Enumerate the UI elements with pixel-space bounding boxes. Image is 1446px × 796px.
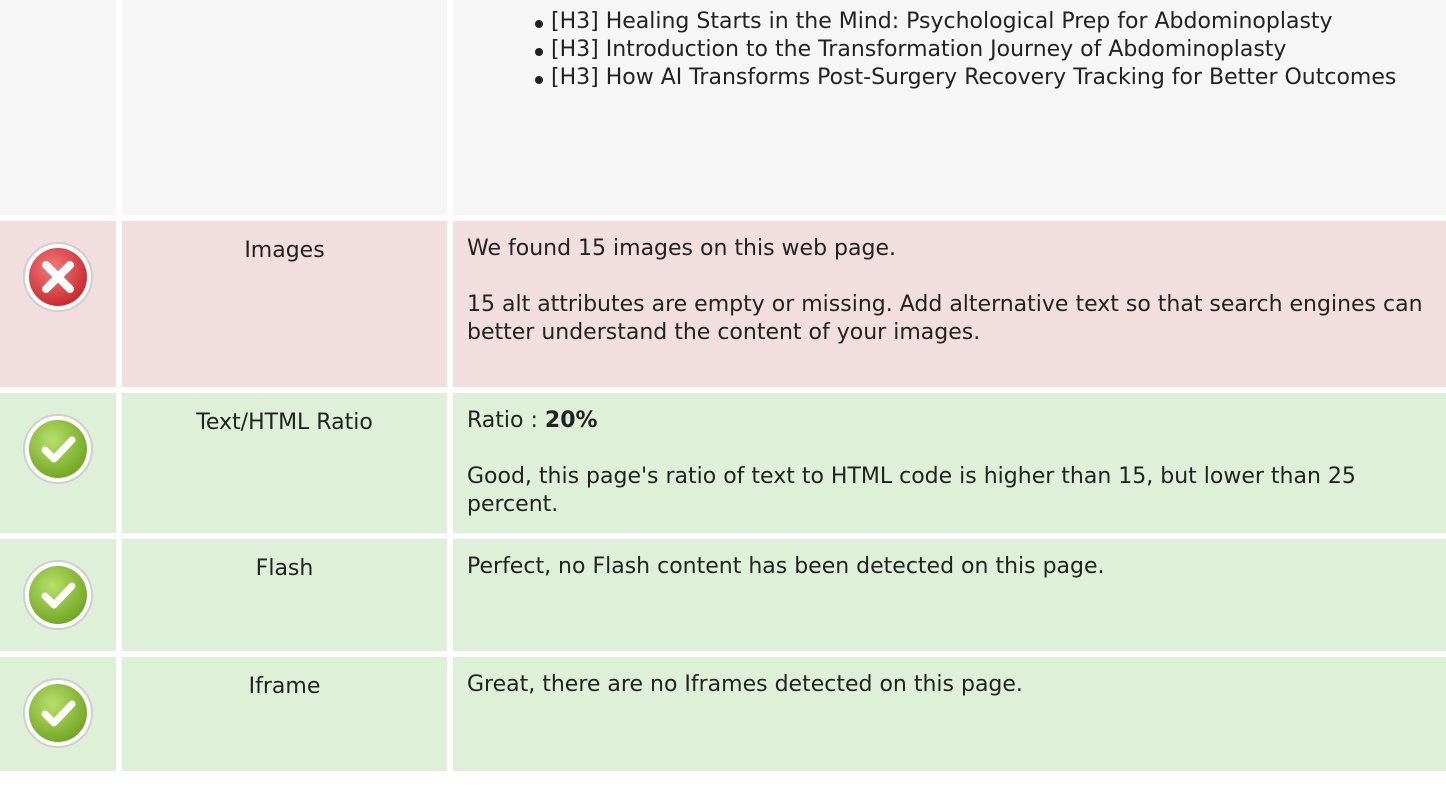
ratio-label: Text/HTML Ratio bbox=[122, 393, 447, 533]
iframe-row: Iframe Great, there are no Iframes detec… bbox=[0, 657, 1446, 771]
headings-row: [H3] Healing Starts in the Mind: Psychol… bbox=[0, 0, 1446, 215]
iframe-icon-cell bbox=[0, 657, 116, 771]
flash-label: Flash bbox=[122, 539, 447, 651]
ratio-icon-cell bbox=[0, 393, 116, 533]
iframe-label: Iframe bbox=[122, 657, 447, 771]
headings-list: [H3] Healing Starts in the Mind: Psychol… bbox=[467, 8, 1432, 92]
ratio-description: Good, this page's ratio of text to HTML … bbox=[467, 464, 1356, 517]
ratio-prefix: Ratio : bbox=[467, 408, 545, 433]
check-icon bbox=[20, 557, 96, 633]
check-icon bbox=[20, 411, 96, 487]
ratio-line: Ratio : 20% bbox=[467, 407, 1432, 435]
flash-content: Perfect, no Flash content has been detec… bbox=[453, 539, 1446, 651]
images-count-text: We found 15 images on this web page. bbox=[467, 236, 896, 261]
text-html-ratio-row: Text/HTML Ratio Ratio : 20% Good, this p… bbox=[0, 393, 1446, 533]
heading-list-item: [H3] Introduction to the Transformation … bbox=[535, 36, 1432, 64]
images-content: We found 15 images on this web page. 15 … bbox=[453, 221, 1446, 387]
heading-list-item: [H3] Healing Starts in the Mind: Psychol… bbox=[535, 8, 1432, 36]
flash-description: Perfect, no Flash content has been detec… bbox=[467, 554, 1105, 579]
flash-icon-cell bbox=[0, 539, 116, 651]
images-alt-text: 15 alt attributes are empty or missing. … bbox=[467, 292, 1423, 345]
iframe-content: Great, there are no Iframes detected on … bbox=[453, 657, 1446, 771]
iframe-description: Great, there are no Iframes detected on … bbox=[467, 672, 1023, 697]
headings-label-cell bbox=[122, 0, 447, 215]
headings-icon-cell bbox=[0, 0, 116, 215]
images-icon-cell bbox=[0, 221, 116, 387]
flash-row: Flash Perfect, no Flash content has been… bbox=[0, 539, 1446, 651]
images-row: Images We found 15 images on this web pa… bbox=[0, 221, 1446, 387]
seo-report-table: [H3] Healing Starts in the Mind: Psychol… bbox=[0, 0, 1446, 771]
error-icon bbox=[20, 239, 96, 315]
headings-content-cell: [H3] Healing Starts in the Mind: Psychol… bbox=[453, 0, 1446, 215]
heading-list-item: [H3] How AI Transforms Post-Surgery Reco… bbox=[535, 64, 1432, 92]
ratio-value: 20% bbox=[544, 408, 598, 433]
images-label: Images bbox=[122, 221, 447, 387]
ratio-content: Ratio : 20% Good, this page's ratio of t… bbox=[453, 393, 1446, 533]
check-icon bbox=[20, 675, 96, 751]
